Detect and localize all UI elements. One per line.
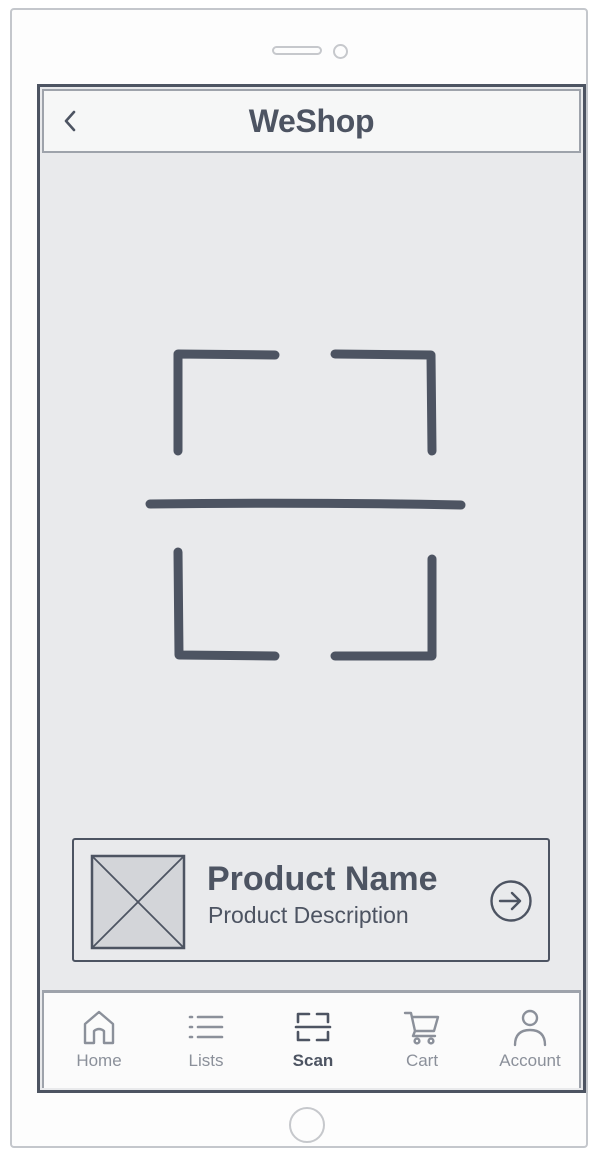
scan-icon — [294, 1012, 332, 1042]
arrow-right-circle-icon[interactable] — [488, 878, 534, 924]
tab-scan-label: Scan — [292, 1051, 334, 1070]
tab-account-label: Account — [499, 1051, 561, 1070]
cart-icon — [403, 1011, 440, 1045]
account-icon — [513, 1009, 547, 1047]
home-icon — [83, 1010, 115, 1045]
tab-cart-label: Cart — [405, 1051, 439, 1070]
product-card[interactable]: Product Name Product Description — [72, 838, 550, 962]
tab-lists-label: Lists — [188, 1051, 224, 1070]
product-description: Product Description — [208, 902, 409, 928]
tab-account[interactable]: Account — [480, 1007, 580, 1079]
tab-cart[interactable]: Cart — [372, 1007, 472, 1079]
tab-home[interactable]: Home — [49, 1007, 149, 1079]
front-camera — [333, 44, 348, 59]
list-icon — [188, 1015, 224, 1039]
app-screen: WeShop Product Name Product Description — [37, 84, 586, 1093]
page-title: WeShop — [248, 103, 375, 139]
tab-lists[interactable]: Lists — [156, 1007, 256, 1079]
tab-scan[interactable]: Scan — [263, 1007, 363, 1079]
scan-viewfinder-icon[interactable] — [145, 345, 467, 665]
hardware-home-button[interactable] — [289, 1107, 325, 1143]
bottom-tab-bar: Home Lists Scan Cart Account — [42, 990, 581, 1088]
app-header: WeShop — [42, 89, 581, 153]
phone-frame: WeShop Product Name Product Description — [10, 8, 588, 1148]
product-image-placeholder — [90, 854, 186, 950]
product-name: Product Name — [207, 860, 438, 898]
tab-home-label: Home — [76, 1051, 122, 1070]
speaker-grille — [272, 46, 322, 55]
